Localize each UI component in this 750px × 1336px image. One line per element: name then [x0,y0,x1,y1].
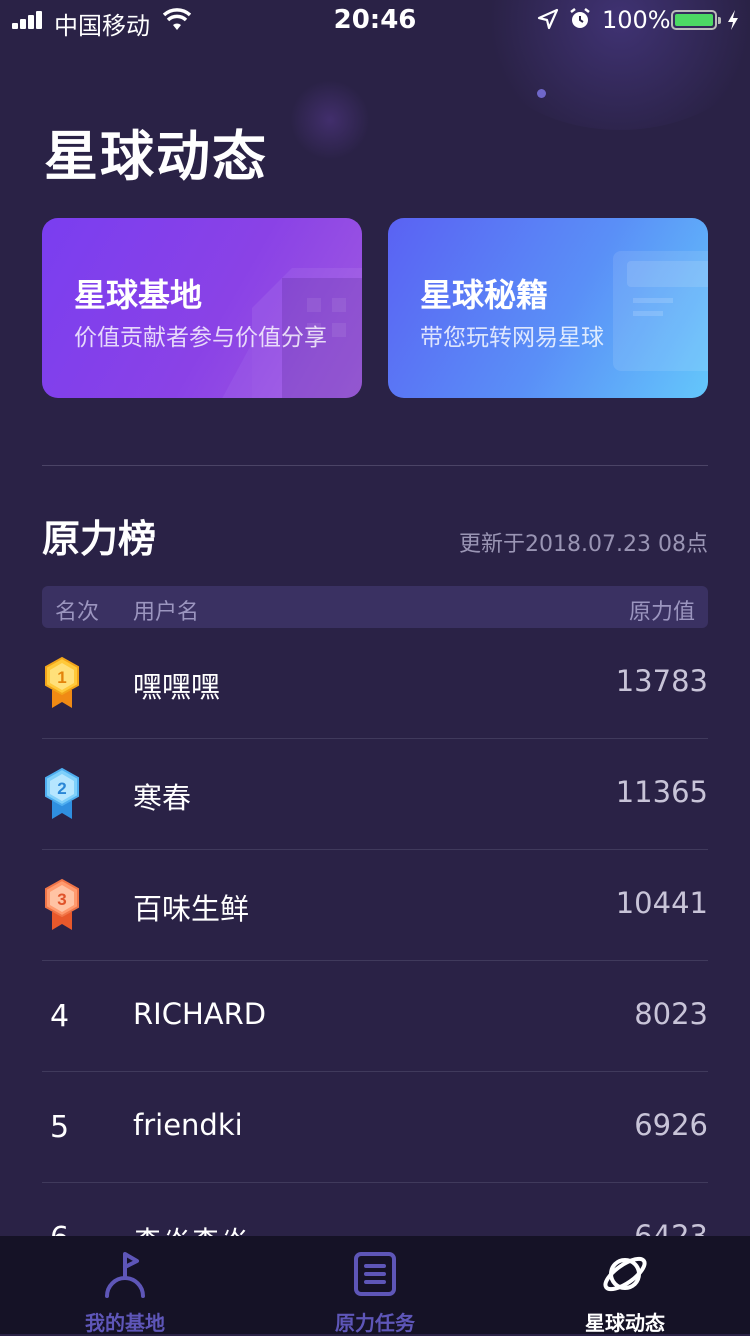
ranking-score: 13783 [615,664,708,698]
ranking-row[interactable]: 5 friendki 6926 [42,1072,708,1183]
ranking-score: 11365 [615,775,708,809]
svg-text:2: 2 [57,779,66,798]
header-score: 原力值 [628,600,695,625]
ranking-score: 10441 [615,886,708,920]
ranking-row[interactable]: 1 嘿嘿嘿 13783 [42,628,708,739]
page-title: 星球动态 [44,125,268,188]
ranking-row[interactable]: 2 寒春 11365 [42,739,708,850]
card-title: 星球秘籍 [420,276,549,314]
battery-percent: 100% [602,6,671,34]
gold-medal-icon: 1 [45,656,79,708]
tab-label: 原力任务 [335,1311,415,1335]
ranking-list: 1 嘿嘿嘿 13783 2 寒春 11365 3 百味生鲜 10441 4 RI… [42,628,708,1294]
ranking-row[interactable]: 3 百味生鲜 10441 [42,850,708,961]
tab-label: 我的基地 [85,1311,165,1335]
ranking-rank: 5 [50,1110,70,1145]
svg-text:3: 3 [57,890,66,909]
tab-tasks[interactable]: 原力任务 [250,1236,500,1335]
charging-icon [728,10,738,30]
battery-icon [671,10,721,30]
location-arrow-icon [537,8,559,30]
book-icon [613,251,708,371]
svg-text:1: 1 [57,668,66,687]
ranking-username: friendki [133,1108,243,1142]
section-divider [42,465,708,466]
tab-label: 星球动态 [585,1311,665,1335]
card-subtitle: 带您玩转网易星球 [420,325,604,351]
ranking-username: 百味生鲜 [133,892,250,926]
planet-icon [603,1256,647,1292]
header-user: 用户名 [133,600,200,625]
tab-planet-news[interactable]: 星球动态 [500,1236,750,1335]
ranking-score: 6926 [634,1108,708,1142]
ranking-username: 寒春 [133,781,192,815]
ranking-score: 8023 [634,997,708,1031]
card-title: 星球基地 [74,276,203,314]
background-orb [290,80,370,160]
status-bar: 中国移动 20:46 100% [0,0,750,40]
card-subtitle: 价值贡献者参与价值分享 [74,325,327,351]
ranking-username: 嘿嘿嘿 [133,670,221,704]
bronze-medal-icon: 3 [45,878,79,930]
flag-figure-icon [105,1252,145,1298]
star-dot [537,89,546,98]
tab-my-base[interactable]: 我的基地 [0,1236,250,1335]
header-rank: 名次 [55,600,100,625]
task-list-icon [354,1252,396,1296]
alarm-icon [570,8,590,28]
silver-medal-icon: 2 [45,767,79,819]
ranking-username: RICHARD [133,997,267,1031]
ranking-update-time: 更新于2018.07.23 08点 [459,532,708,557]
ranking-row[interactable]: 4 RICHARD 8023 [42,961,708,1072]
planet-guide-card[interactable]: 星球秘籍 带您玩转网易星球 [388,218,708,398]
planet-base-card[interactable]: 星球基地 价值贡献者参与价值分享 [42,218,362,398]
ranking-rank: 4 [50,999,70,1034]
tab-bar: 我的基地 原力任务 星球动态 [0,1236,750,1335]
ranking-table-header: 名次 用户名 原力值 [42,586,708,628]
ranking-title: 原力榜 [42,517,157,561]
